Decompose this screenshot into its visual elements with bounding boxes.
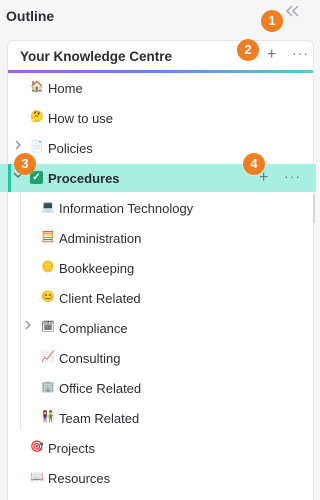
coin-icon: 🪙 [41,261,55,273]
callout-badge-4: 4 [243,153,265,175]
active-indicator [8,164,11,192]
nav-item-client-related[interactable]: 😊 Client Related [0,284,316,312]
nav-item-compliance[interactable]: 🗓 Compliance [0,314,316,342]
nav-item-label: Bookkeeping [59,261,135,276]
nav-item-policies[interactable]: 📄 Policies [0,134,316,162]
workspace-name: Your Knowledge Centre [20,49,173,64]
nav-item-resources[interactable]: 📖 Resources [0,464,316,492]
scrollbar-track[interactable] [313,195,315,223]
people-icon: 👫 [41,411,55,423]
thinking-face-icon: 🤔 [30,111,44,123]
nav-item-label: Policies [48,141,93,156]
nav-item-label: Administration [59,231,142,246]
office-building-icon: 🏢 [41,381,55,393]
chart-up-icon: 📈 [41,351,55,363]
abacus-icon: 🧮 [41,231,55,243]
nav-item-bookkeeping[interactable]: 🪙 Bookkeeping [0,254,316,282]
nav-item-home[interactable]: 🏠 Home [0,74,316,102]
nav-item-label: How to use [48,111,114,126]
callout-badge-3: 3 [14,153,36,175]
nav-item-projects[interactable]: 🎯 Projects [0,434,316,462]
face-icon: 😊 [41,291,55,303]
house-icon: 🏠 [30,81,44,93]
nav-item-label: Information Technology [59,201,194,216]
nav-item-how-to-use[interactable]: 🤔 How to use [0,104,316,132]
chevron-right-icon[interactable] [23,320,33,333]
double-chevron-left-icon[interactable] [284,3,302,19]
workspace-underline [8,70,313,73]
nav-item-consulting[interactable]: 📈 Consulting [0,344,316,372]
nav-item-label: Team Related [59,411,140,426]
nav-item-label: Home [48,81,83,96]
nav-item-information-technology[interactable]: 💻 Information Technology [0,194,316,222]
nav-item-procedures[interactable]: ✓ Procedures + ··· [0,164,316,192]
more-options-icon[interactable]: ··· [284,168,301,184]
nav-item-office-related[interactable]: 🏢 Office Related [0,374,316,402]
check-box-icon: ✓ [30,171,43,184]
outline-title: Outline [6,8,55,24]
nav-item-label: Consulting [59,351,121,366]
laptop-icon: 💻 [41,201,55,213]
nav-item-team-related[interactable]: 👫 Team Related [0,404,316,432]
nav-item-label: Office Related [59,381,142,396]
book-icon: 📖 [30,471,44,483]
nav-item-label: Procedures [48,171,120,186]
add-icon[interactable]: + [267,46,276,64]
nav-item-label: Client Related [59,291,141,306]
calendar-icon: 🗓 [41,321,55,333]
target-icon: 🎯 [30,441,44,453]
document-icon: 📄 [30,141,44,153]
nav-item-label: Resources [48,471,111,486]
nav-item-label: Compliance [59,321,128,336]
callout-badge-2: 2 [237,39,259,61]
workspace-row[interactable]: Your Knowledge Centre + ··· [8,41,313,73]
chevron-right-icon[interactable] [13,140,23,153]
nav-item-administration[interactable]: 🧮 Administration [0,224,316,252]
nav-item-label: Projects [48,441,95,456]
callout-badge-1: 1 [261,10,283,32]
more-options-icon[interactable]: ··· [292,44,309,62]
